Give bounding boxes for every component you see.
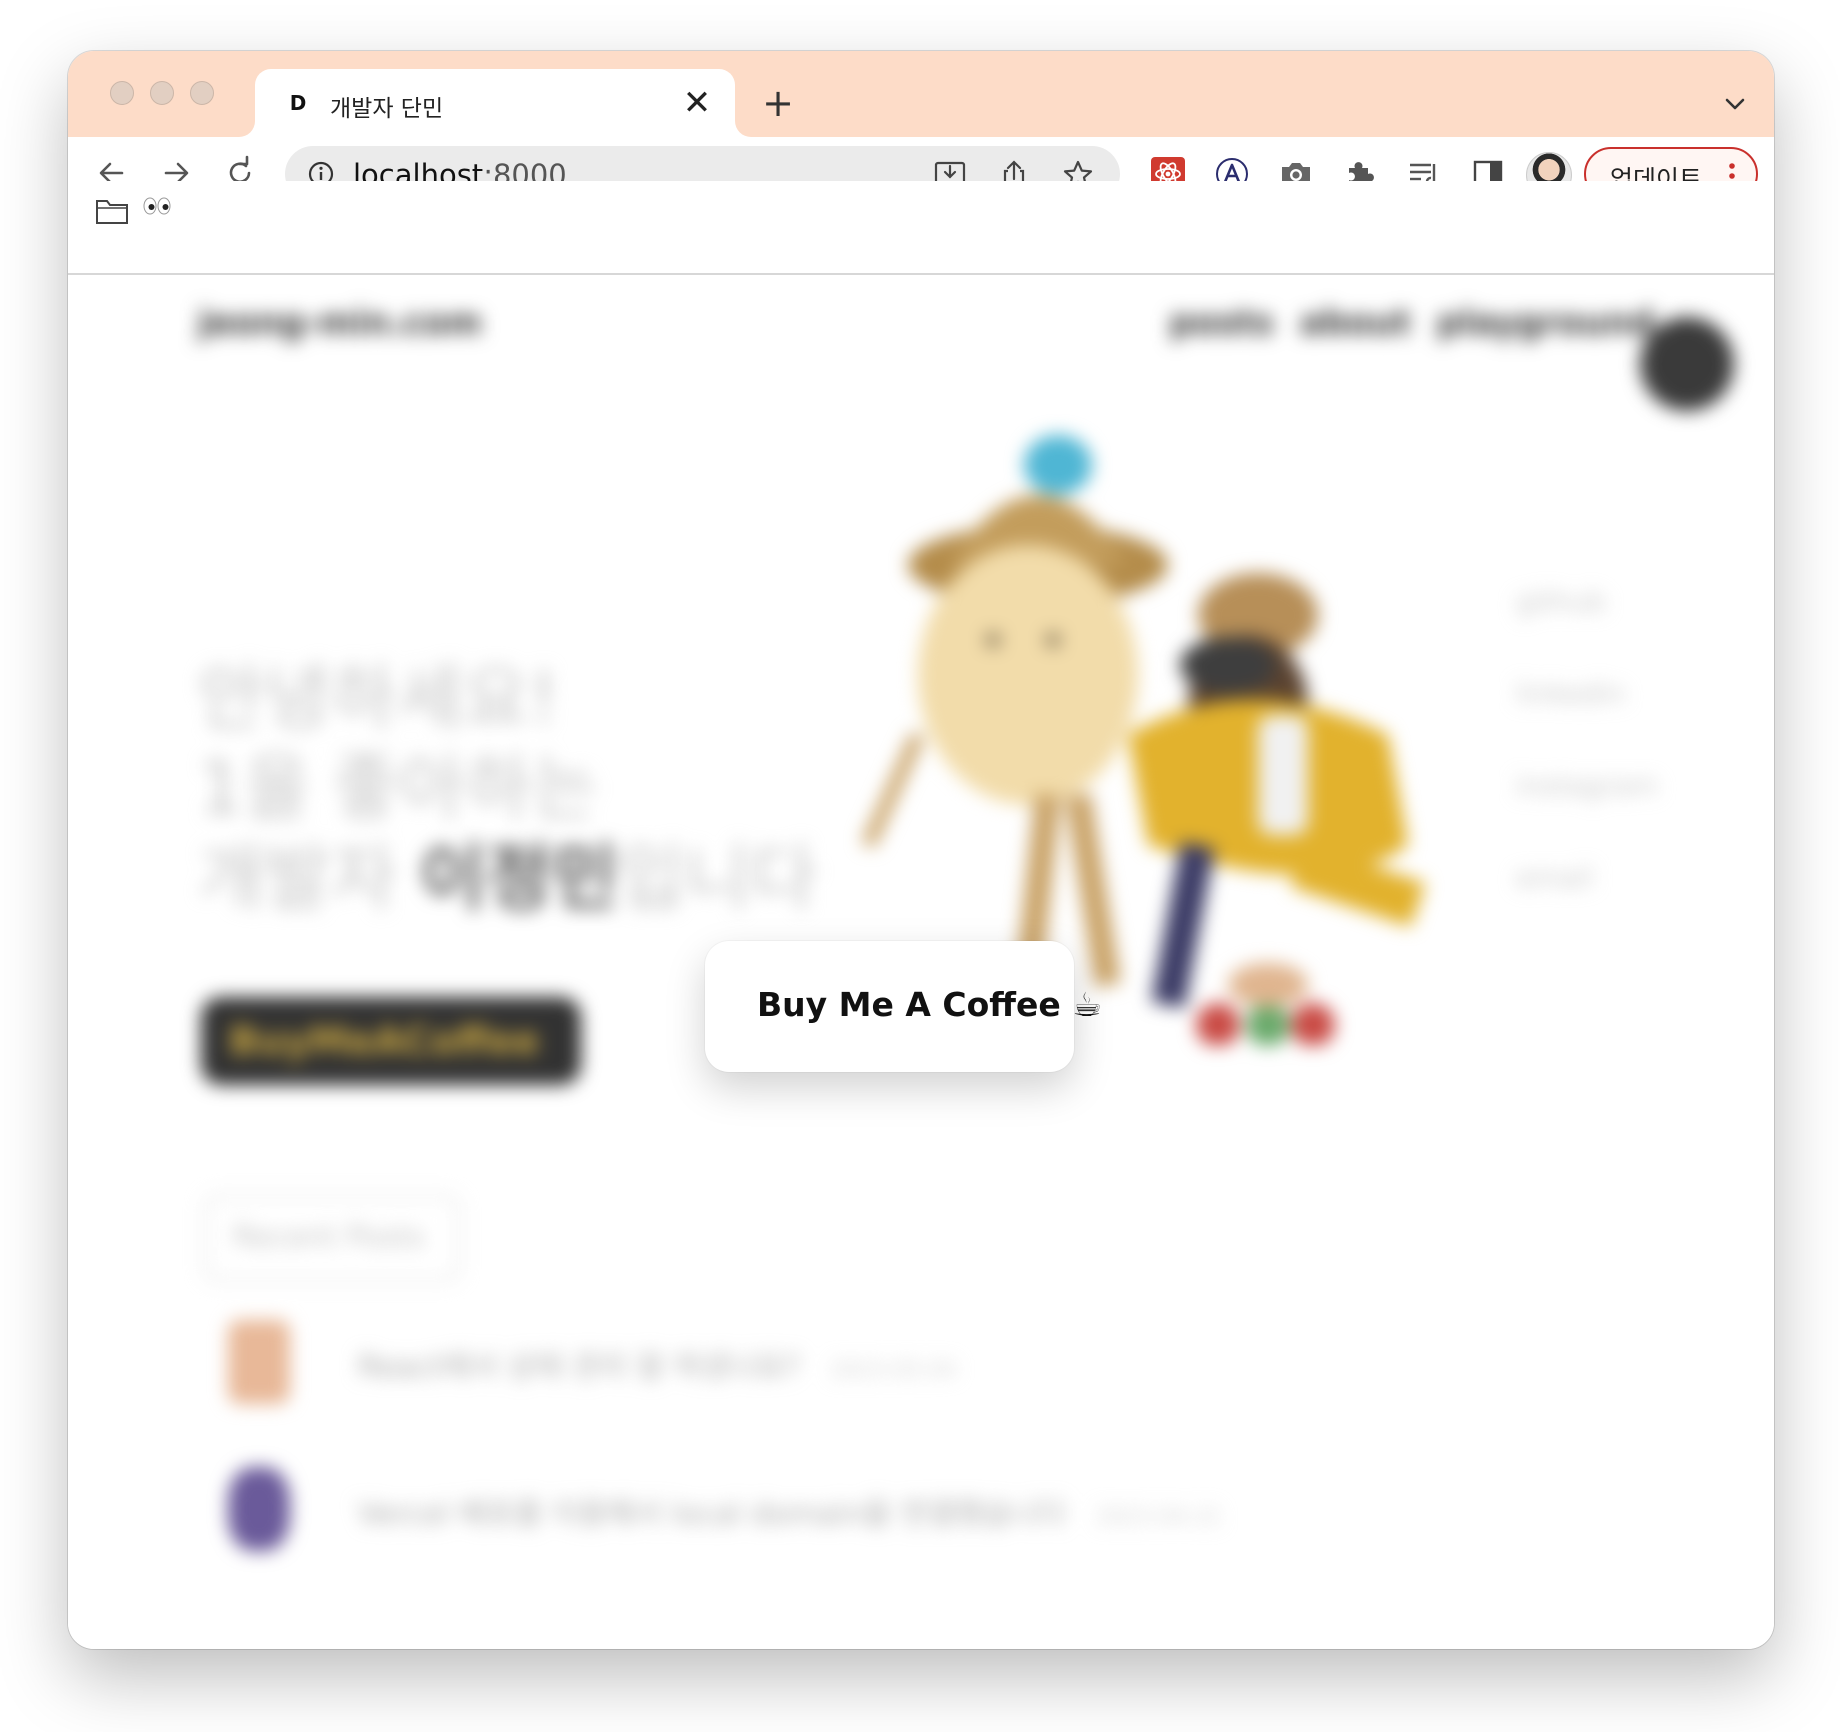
nav-posts[interactable]: posts [1170, 303, 1274, 343]
folder-icon[interactable] [95, 197, 129, 225]
tab-title: 개발자 단민 [330, 96, 444, 122]
social-link-github[interactable]: github [1516, 585, 1606, 618]
theme-toggle-button[interactable] [1640, 317, 1734, 411]
hero-author-name: 이정민 [419, 836, 619, 920]
post-list-item[interactable]: React에서 상태 관리 잘 하셨나요? 2023.05.04 [228, 1320, 1428, 1410]
hero-button-label: BuyMeACoffee [229, 1019, 540, 1063]
post-title: React에서 상태 관리 잘 하셨나요? 2023.05.04 [358, 1342, 956, 1386]
site-logo[interactable]: jeong-min.com [198, 303, 482, 343]
minimize-window-button[interactable] [150, 81, 174, 105]
nav-about[interactable]: about [1300, 303, 1411, 343]
hero-line-1: 안녕하세요! [198, 656, 559, 740]
tab-close-icon[interactable]: ✕ [679, 85, 715, 121]
post-thumbnail [228, 1467, 290, 1551]
social-link-email[interactable]: email [1516, 861, 1593, 894]
hero-line-3-suffix: 입니다 [618, 836, 818, 920]
social-link-linkedin[interactable]: linkedin [1516, 677, 1625, 710]
recent-posts-badge: Recent Posts [204, 1195, 460, 1281]
maximize-window-button[interactable] [190, 81, 214, 105]
post-list-item[interactable]: Vercel 배포를 이용해서 local domain을 연결했습니다 2023… [228, 1467, 1428, 1557]
tab-search-chevron-icon[interactable] [1720, 89, 1750, 119]
bookmarks-bar [68, 181, 1774, 235]
eyes-emoji-icon[interactable] [142, 195, 172, 217]
post-title: Vercel 배포를 이용해서 local domain을 연결했습니다 2023… [358, 1489, 1222, 1533]
post-date: 2023.04.21 [1095, 1505, 1222, 1530]
hero-line-3-prefix: 개발자 [198, 836, 420, 920]
title-bar: D 개발자 단민 ✕ + [68, 51, 1774, 137]
social-link-instagram[interactable]: instagram [1516, 769, 1658, 802]
hero-heading: 안녕하세요! 1을 좋아하는 개발자 이정민입니다 [198, 653, 817, 923]
buy-me-a-coffee-label[interactable]: Buy Me A Coffee ☕ [757, 985, 1102, 1024]
post-title-text: React에서 상태 관리 잘 하셨나요? [358, 1350, 801, 1385]
site-nav: posts about playground [1170, 303, 1655, 343]
buy-me-a-coffee-popup[interactable]: Buy Me A Coffee ☕ [705, 941, 1102, 1072]
post-title-text: Vercel 배포를 이용해서 local domain을 연결했습니다 [358, 1497, 1066, 1532]
browser-window: D 개발자 단민 ✕ + localhost:8000 업데이트 jeong-m… [68, 51, 1774, 1649]
hero-line-3: 개발자 이정민입니다 [198, 833, 817, 923]
tab-favicon: D [289, 91, 307, 115]
nav-playground[interactable]: playground [1437, 303, 1654, 343]
close-window-button[interactable] [110, 81, 134, 105]
post-date: 2023.05.04 [830, 1358, 957, 1383]
post-thumbnail [228, 1320, 290, 1404]
recent-posts-label: Recent Posts [233, 1220, 425, 1255]
page-viewport: jeong-min.com posts about playground 안녕하… [68, 273, 1774, 1649]
hero-line-2: 1을 좋아하는 [198, 746, 598, 830]
browser-tab[interactable]: D 개발자 단민 ✕ [255, 69, 735, 137]
buy-me-a-coffee-hero-button[interactable]: BuyMeACoffee [201, 997, 581, 1085]
new-tab-button[interactable]: + [758, 83, 798, 123]
